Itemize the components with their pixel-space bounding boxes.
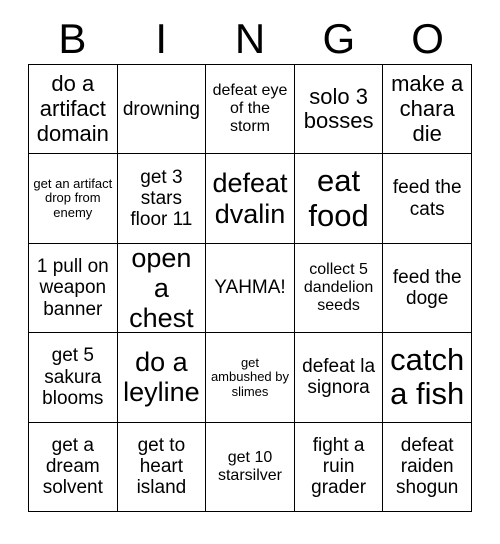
bingo-cell-text: make a chara die xyxy=(391,71,464,146)
header-letter-n: N xyxy=(234,15,266,62)
bingo-cell-b2[interactable]: get an artifact drop from enemy xyxy=(29,154,118,244)
bingo-cell-o2[interactable]: feed the cats xyxy=(383,154,472,244)
header-letter-g: G xyxy=(322,15,356,62)
bingo-cell-b5[interactable]: get a dream solvent xyxy=(29,422,118,512)
bingo-cell-text: get ambushed by slimes xyxy=(210,354,290,399)
bingo-cell-text: open a chest xyxy=(129,243,194,334)
bingo-cell-text: do a leyline xyxy=(123,347,200,408)
header-letter-o: O xyxy=(411,15,444,62)
bingo-cell-g2[interactable]: eat food xyxy=(294,154,384,244)
bingo-cell-o5[interactable]: defeat raiden shogun xyxy=(383,422,472,512)
bingo-cell-i5[interactable]: get to heart island xyxy=(117,422,207,512)
bingo-cell-o1[interactable]: make a chara die xyxy=(383,65,472,155)
bingo-cell-text: defeat dvalin xyxy=(212,168,288,229)
bingo-cell-text: catch a fish xyxy=(390,341,465,412)
header-letter-b: B xyxy=(58,15,87,62)
bingo-cell-text: feed the doge xyxy=(392,266,462,309)
bingo-cell-n2[interactable]: defeat dvalin xyxy=(206,154,295,244)
bingo-cell-text: get a dream solvent xyxy=(42,434,103,499)
header-letter-i: I xyxy=(155,15,168,62)
bingo-cell-n1[interactable]: defeat eye of the storm xyxy=(206,65,295,155)
bingo-cell-text: get 5 sakura blooms xyxy=(42,345,104,410)
bingo-cell-b4[interactable]: get 5 sakura blooms xyxy=(29,333,118,423)
bingo-card: B I N G O do a artifact domain drowning … xyxy=(0,0,500,544)
bingo-cell-o3[interactable]: feed the doge xyxy=(383,243,472,334)
bingo-grid: do a artifact domain drowning defeat eye… xyxy=(28,64,472,512)
bingo-cell-n5[interactable]: get 10 starsilver xyxy=(206,422,295,512)
bingo-cell-b3[interactable]: 1 pull on weapon banner xyxy=(29,243,118,334)
bingo-cell-text: get 10 starsilver xyxy=(217,448,282,484)
bingo-cell-text: get an artifact drop from enemy xyxy=(33,175,113,220)
bingo-cell-text: feed the cats xyxy=(392,177,462,220)
bingo-header: B I N G O xyxy=(28,14,472,64)
bingo-cell-text: eat food xyxy=(308,162,369,233)
bingo-cell-g3[interactable]: collect 5 dandelion seeds xyxy=(294,243,384,334)
bingo-cell-g1[interactable]: solo 3 bosses xyxy=(294,65,384,155)
bingo-cell-i3[interactable]: open a chest xyxy=(117,243,207,334)
bingo-cell-i4[interactable]: do a leyline xyxy=(117,333,207,423)
bingo-cell-text: get 3 stars floor 11 xyxy=(130,166,193,231)
bingo-cell-g4[interactable]: defeat la signora xyxy=(294,333,384,423)
bingo-cell-text: defeat raiden shogun xyxy=(396,434,459,499)
bingo-cell-text: defeat eye of the storm xyxy=(212,82,288,136)
bingo-cell-i2[interactable]: get 3 stars floor 11 xyxy=(117,154,207,244)
bingo-cell-n4[interactable]: get ambushed by slimes xyxy=(206,333,295,423)
bingo-cell-text: fight a ruin grader xyxy=(311,434,367,499)
bingo-cell-b1[interactable]: do a artifact domain xyxy=(29,65,118,155)
bingo-cell-i1[interactable]: drowning xyxy=(117,65,207,155)
bingo-cell-text: get to heart island xyxy=(136,434,187,499)
bingo-cell-text: solo 3 bosses xyxy=(303,83,374,134)
bingo-cell-text: defeat la signora xyxy=(302,356,376,399)
bingo-cell-n3[interactable]: YAHMA! xyxy=(206,243,295,334)
bingo-cell-o4[interactable]: catch a fish xyxy=(383,333,472,423)
bingo-cell-text: 1 pull on weapon banner xyxy=(36,256,109,320)
bingo-cell-text: drowning xyxy=(122,98,200,120)
bingo-cell-text: YAHMA! xyxy=(214,277,286,299)
bingo-cell-text: do a artifact domain xyxy=(36,71,109,146)
bingo-cell-text: collect 5 dandelion seeds xyxy=(303,261,374,314)
bingo-cell-g5[interactable]: fight a ruin grader xyxy=(294,422,384,512)
